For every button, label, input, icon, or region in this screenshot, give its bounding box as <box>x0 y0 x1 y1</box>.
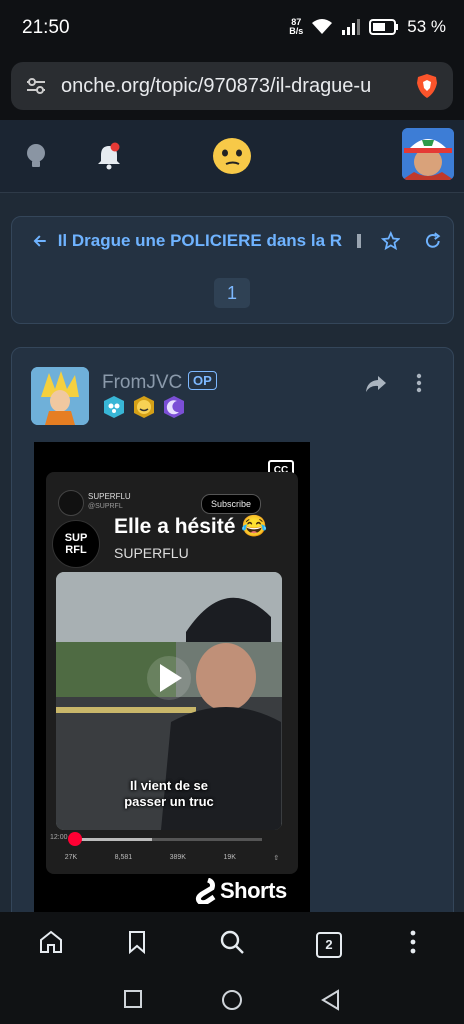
browser-bottom-bar: 2 <box>0 912 464 974</box>
like-count: 389K <box>169 854 186 861</box>
subscribe-button[interactable]: Subscribe <box>201 494 261 514</box>
address-bar[interactable]: onche.org/topic/970873/il-drague-u <box>11 62 453 110</box>
share-tweet-icon: ⇧ <box>273 855 280 862</box>
notification-bell-icon[interactable] <box>96 142 122 170</box>
search-icon[interactable] <box>219 929 245 955</box>
video-channel[interactable]: SUPERFLU <box>114 545 189 561</box>
signal-icon <box>342 19 361 35</box>
op-badge: OP <box>188 371 217 390</box>
wifi-icon <box>312 19 333 34</box>
video-caption-line-1: Il vient de se <box>129 778 209 793</box>
brave-shield-icon[interactable] <box>415 73 439 99</box>
video-progress-knob[interactable] <box>68 832 82 846</box>
video-progress-bar[interactable] <box>70 838 262 841</box>
tweet-account-handle: @SUPRFL <box>88 503 123 510</box>
embedded-video[interactable]: CC SUPERFLU @SUPRFL Subscribe Il vient d… <box>34 442 310 922</box>
bookmark-icon[interactable] <box>126 929 148 955</box>
moon-badge-icon <box>164 396 184 418</box>
post-card: FromJVC OP CC SUPERFLU @SUPRFL Subscribe <box>11 347 454 949</box>
speed-unit: B/s <box>289 26 304 36</box>
avatar-image <box>402 128 454 180</box>
author-avatar-image <box>31 367 89 425</box>
author-avatar[interactable] <box>31 367 89 425</box>
home-circle-icon[interactable] <box>221 989 243 1011</box>
network-speed: 87 B/s <box>289 18 303 36</box>
video-progress-fill <box>70 838 152 841</box>
status-bar: 21:50 87 B/s 53 % <box>0 0 464 58</box>
home-icon[interactable] <box>38 929 64 955</box>
refresh-icon[interactable] <box>424 232 442 250</box>
video-caption-line-2: passer un truc <box>124 794 214 809</box>
tweet-media: Il vient de se passer un truc <box>56 572 282 830</box>
battery-icon <box>369 19 399 35</box>
title-overflow-marker <box>356 234 361 248</box>
tweet-stats: 27K 8,581 389K 19K ⇧ <box>46 854 298 862</box>
lightbulb-icon[interactable] <box>24 142 48 170</box>
smiley-badge-icon <box>134 396 154 418</box>
system-navigation-bar <box>0 974 464 1024</box>
video-title[interactable]: Elle a hésité 😂 <box>114 515 267 539</box>
battery-level: 53 % <box>407 17 446 36</box>
tabs-button[interactable]: 2 <box>316 932 342 958</box>
user-avatar[interactable] <box>402 128 454 180</box>
share-icon[interactable] <box>364 374 388 394</box>
status-icons: 87 B/s 53 % <box>289 17 446 37</box>
recents-icon[interactable] <box>124 990 142 1008</box>
clock: 21:50 <box>22 17 70 38</box>
tweet-timestamp: 12:00 <box>50 834 68 841</box>
back-triangle-icon[interactable] <box>320 989 340 1011</box>
browser-toolbar: onche.org/topic/970873/il-drague-u <box>0 58 464 120</box>
stars-badge-icon <box>104 396 124 418</box>
back-arrow-icon[interactable] <box>32 233 48 249</box>
site-header <box>0 120 464 193</box>
retweet-count: 8,581 <box>114 854 133 861</box>
topic-title[interactable]: Il Drague une POLICIERE dans la R <box>58 231 347 251</box>
shorts-logo: Shorts <box>194 878 287 904</box>
bookmark-count: 19K <box>223 854 236 861</box>
reply-count: 27K <box>64 854 78 861</box>
tweet-account-avatar <box>58 490 84 516</box>
author-badges <box>102 395 186 419</box>
shorts-label: Shorts <box>220 878 287 903</box>
favorite-star-icon[interactable] <box>380 231 401 251</box>
channel-avatar[interactable]: SUP RFL <box>52 520 100 568</box>
page-number-button[interactable]: 1 <box>214 278 250 308</box>
url-text[interactable]: onche.org/topic/970873/il-drague-u <box>61 75 406 98</box>
author-name[interactable]: FromJVC <box>102 372 182 394</box>
onche-logo-icon[interactable] <box>211 136 253 176</box>
menu-dots-icon[interactable] <box>406 929 420 955</box>
site-settings-icon[interactable] <box>25 76 47 96</box>
topic-header-card: Il Drague une POLICIERE dans la R 1 <box>11 216 454 324</box>
more-options-icon[interactable] <box>412 372 426 394</box>
tweet-account-name: SUPERFLU <box>88 492 131 501</box>
shorts-icon <box>195 878 216 904</box>
